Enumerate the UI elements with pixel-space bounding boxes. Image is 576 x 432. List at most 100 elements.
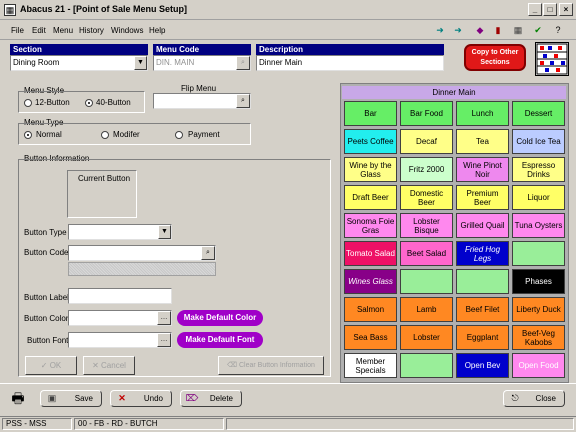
menu-button[interactable]: Eggplant — [456, 325, 509, 350]
menu-button[interactable]: Espresso Drinks — [512, 157, 565, 182]
button-type-select[interactable]: ▼ — [68, 224, 172, 240]
eraser-icon: ⌫ — [227, 362, 239, 369]
radio-12-button[interactable] — [24, 99, 32, 107]
radio-normal-label: Normal — [36, 130, 62, 139]
delete-button[interactable]: ⌦ Delete — [180, 390, 242, 407]
menu-button-label: Tuna Oysters — [514, 221, 563, 230]
chevron-down-icon[interactable]: ▼ — [158, 225, 171, 239]
menu-button[interactable]: Cold Ice Tea — [512, 129, 565, 154]
check-icon[interactable]: ✔ — [530, 23, 546, 37]
help-icon[interactable]: ? — [550, 23, 566, 37]
menu-button[interactable] — [400, 269, 453, 294]
chevron-down-icon[interactable]: ▼ — [134, 56, 147, 70]
menu-button[interactable]: Sea Bass — [344, 325, 397, 350]
search-icon[interactable]: ⌕ — [236, 94, 250, 108]
close-icon[interactable]: × — [559, 3, 573, 16]
menu-button[interactable]: Domestic Beer — [400, 185, 453, 210]
menu-button[interactable]: Lunch — [456, 101, 509, 126]
menu-button[interactable]: Fried Hog Legs — [456, 241, 509, 266]
section-select[interactable]: Dining Room ▼ — [10, 55, 148, 71]
radio-normal[interactable] — [24, 131, 32, 139]
menu-code-field[interactable]: DIN. MAIN ⌕ — [153, 55, 251, 71]
cancel-button[interactable]: ✕ Cancel — [83, 356, 135, 375]
menu-button[interactable]: Peets Coffee — [344, 129, 397, 154]
menu-menu[interactable]: Menu — [53, 26, 73, 35]
radio-payment[interactable] — [175, 131, 183, 139]
minimize-icon[interactable]: _ — [528, 3, 542, 16]
make-default-font-button[interactable]: Make Default Font — [177, 332, 263, 348]
save-button[interactable]: ▣ Save — [40, 390, 102, 407]
search-icon[interactable]: ⌕ — [236, 56, 250, 70]
menu-button-label: Beef-Veg Kabobs — [522, 328, 555, 347]
menu-button[interactable]: Decaf — [400, 129, 453, 154]
menu-button[interactable]: Tuna Oysters — [512, 213, 565, 238]
menu-button[interactable]: Lamb — [400, 297, 453, 322]
menu-button-label: Decaf — [416, 137, 437, 146]
menu-button[interactable]: Open Food — [512, 353, 565, 378]
menu-button[interactable]: Open Bev — [456, 353, 509, 378]
menu-help[interactable]: Help — [149, 26, 165, 35]
menu-edit[interactable]: Edit — [32, 26, 46, 35]
button-code-label: Button Code — [24, 248, 69, 257]
menu-button[interactable]: Wines Glass — [344, 269, 397, 294]
status-cell-empty — [226, 418, 574, 430]
back-arrow-icon[interactable]: ➜ — [432, 23, 448, 37]
radio-payment-label: Payment — [188, 130, 220, 139]
menu-button[interactable]: Bar Food — [400, 101, 453, 126]
menu-button[interactable]: Draft Beer — [344, 185, 397, 210]
menu-button[interactable]: Lobster Bisque — [400, 213, 453, 238]
menu-button[interactable]: Wine Pinot Noir — [456, 157, 509, 182]
button-font-field[interactable]: … — [68, 332, 172, 348]
menu-windows[interactable]: Windows — [111, 26, 143, 35]
menu-button[interactable]: Phases — [512, 269, 565, 294]
menu-history[interactable]: History — [79, 26, 104, 35]
radio-40-button[interactable] — [85, 99, 93, 107]
book-icon[interactable]: ▮ — [490, 23, 506, 37]
menu-button-label: Wine by the Glass — [349, 160, 392, 179]
maximize-icon[interactable]: □ — [543, 3, 557, 16]
menu-button[interactable]: Member Specials — [344, 353, 397, 378]
gem-icon[interactable]: ◆ — [472, 23, 488, 37]
button-label-field[interactable] — [68, 288, 172, 304]
radio-modifier[interactable] — [101, 131, 109, 139]
menu-button[interactable] — [512, 241, 565, 266]
forward-arrow-icon[interactable]: ➜ — [450, 23, 466, 37]
menu-button[interactable]: Premium Beer — [456, 185, 509, 210]
menu-button[interactable] — [400, 353, 453, 378]
undo-button[interactable]: ✕ Undo — [110, 390, 172, 407]
menu-button[interactable]: Bar — [344, 101, 397, 126]
search-icon[interactable]: ⌕ — [201, 246, 215, 260]
copy-to-other-sections-button[interactable]: Copy to Other Sections — [464, 44, 526, 71]
menu-button[interactable]: Lobster — [400, 325, 453, 350]
menu-button-label: Espresso Drinks — [521, 160, 556, 179]
print-icon[interactable]: 🖶 — [10, 388, 26, 408]
menu-button[interactable]: Beef-Veg Kabobs — [512, 325, 565, 350]
menu-button[interactable]: Fritz 2000 — [400, 157, 453, 182]
menu-button[interactable]: Tomato Salad — [344, 241, 397, 266]
clear-button-information-button[interactable]: ⌫ Clear Button Information — [218, 356, 324, 375]
menu-button[interactable]: Grilled Quail — [456, 213, 509, 238]
close-button[interactable]: ⎋ Close — [503, 390, 565, 407]
make-default-color-button[interactable]: Make Default Color — [177, 310, 263, 326]
ellipsis-icon[interactable]: … — [157, 333, 171, 347]
button-color-field[interactable]: … — [68, 310, 172, 326]
calculator-icon[interactable]: ▦ — [510, 23, 526, 37]
menu-button-label: Grilled Quail — [460, 221, 505, 230]
menu-button[interactable]: Beef Filet — [456, 297, 509, 322]
save-label: Save — [74, 394, 93, 403]
menu-button[interactable] — [456, 269, 509, 294]
button-code-field[interactable]: ⌕ — [68, 245, 216, 261]
description-field[interactable]: Dinner Main — [256, 55, 444, 71]
menu-button[interactable]: Beet Salad — [400, 241, 453, 266]
ok-button[interactable]: ✓ OK — [25, 356, 77, 375]
ellipsis-icon[interactable]: … — [157, 311, 171, 325]
menu-button[interactable]: Liberty Duck — [512, 297, 565, 322]
menu-button[interactable]: Dessert — [512, 101, 565, 126]
menu-button[interactable]: Sonoma Foie Gras — [344, 213, 397, 238]
menu-button[interactable]: Wine by the Glass — [344, 157, 397, 182]
menu-file[interactable]: File — [11, 26, 24, 35]
menu-button[interactable]: Tea — [456, 129, 509, 154]
flip-menu-field[interactable]: ⌕ — [153, 93, 251, 109]
menu-button[interactable]: Liquor — [512, 185, 565, 210]
menu-button[interactable]: Salmon — [344, 297, 397, 322]
